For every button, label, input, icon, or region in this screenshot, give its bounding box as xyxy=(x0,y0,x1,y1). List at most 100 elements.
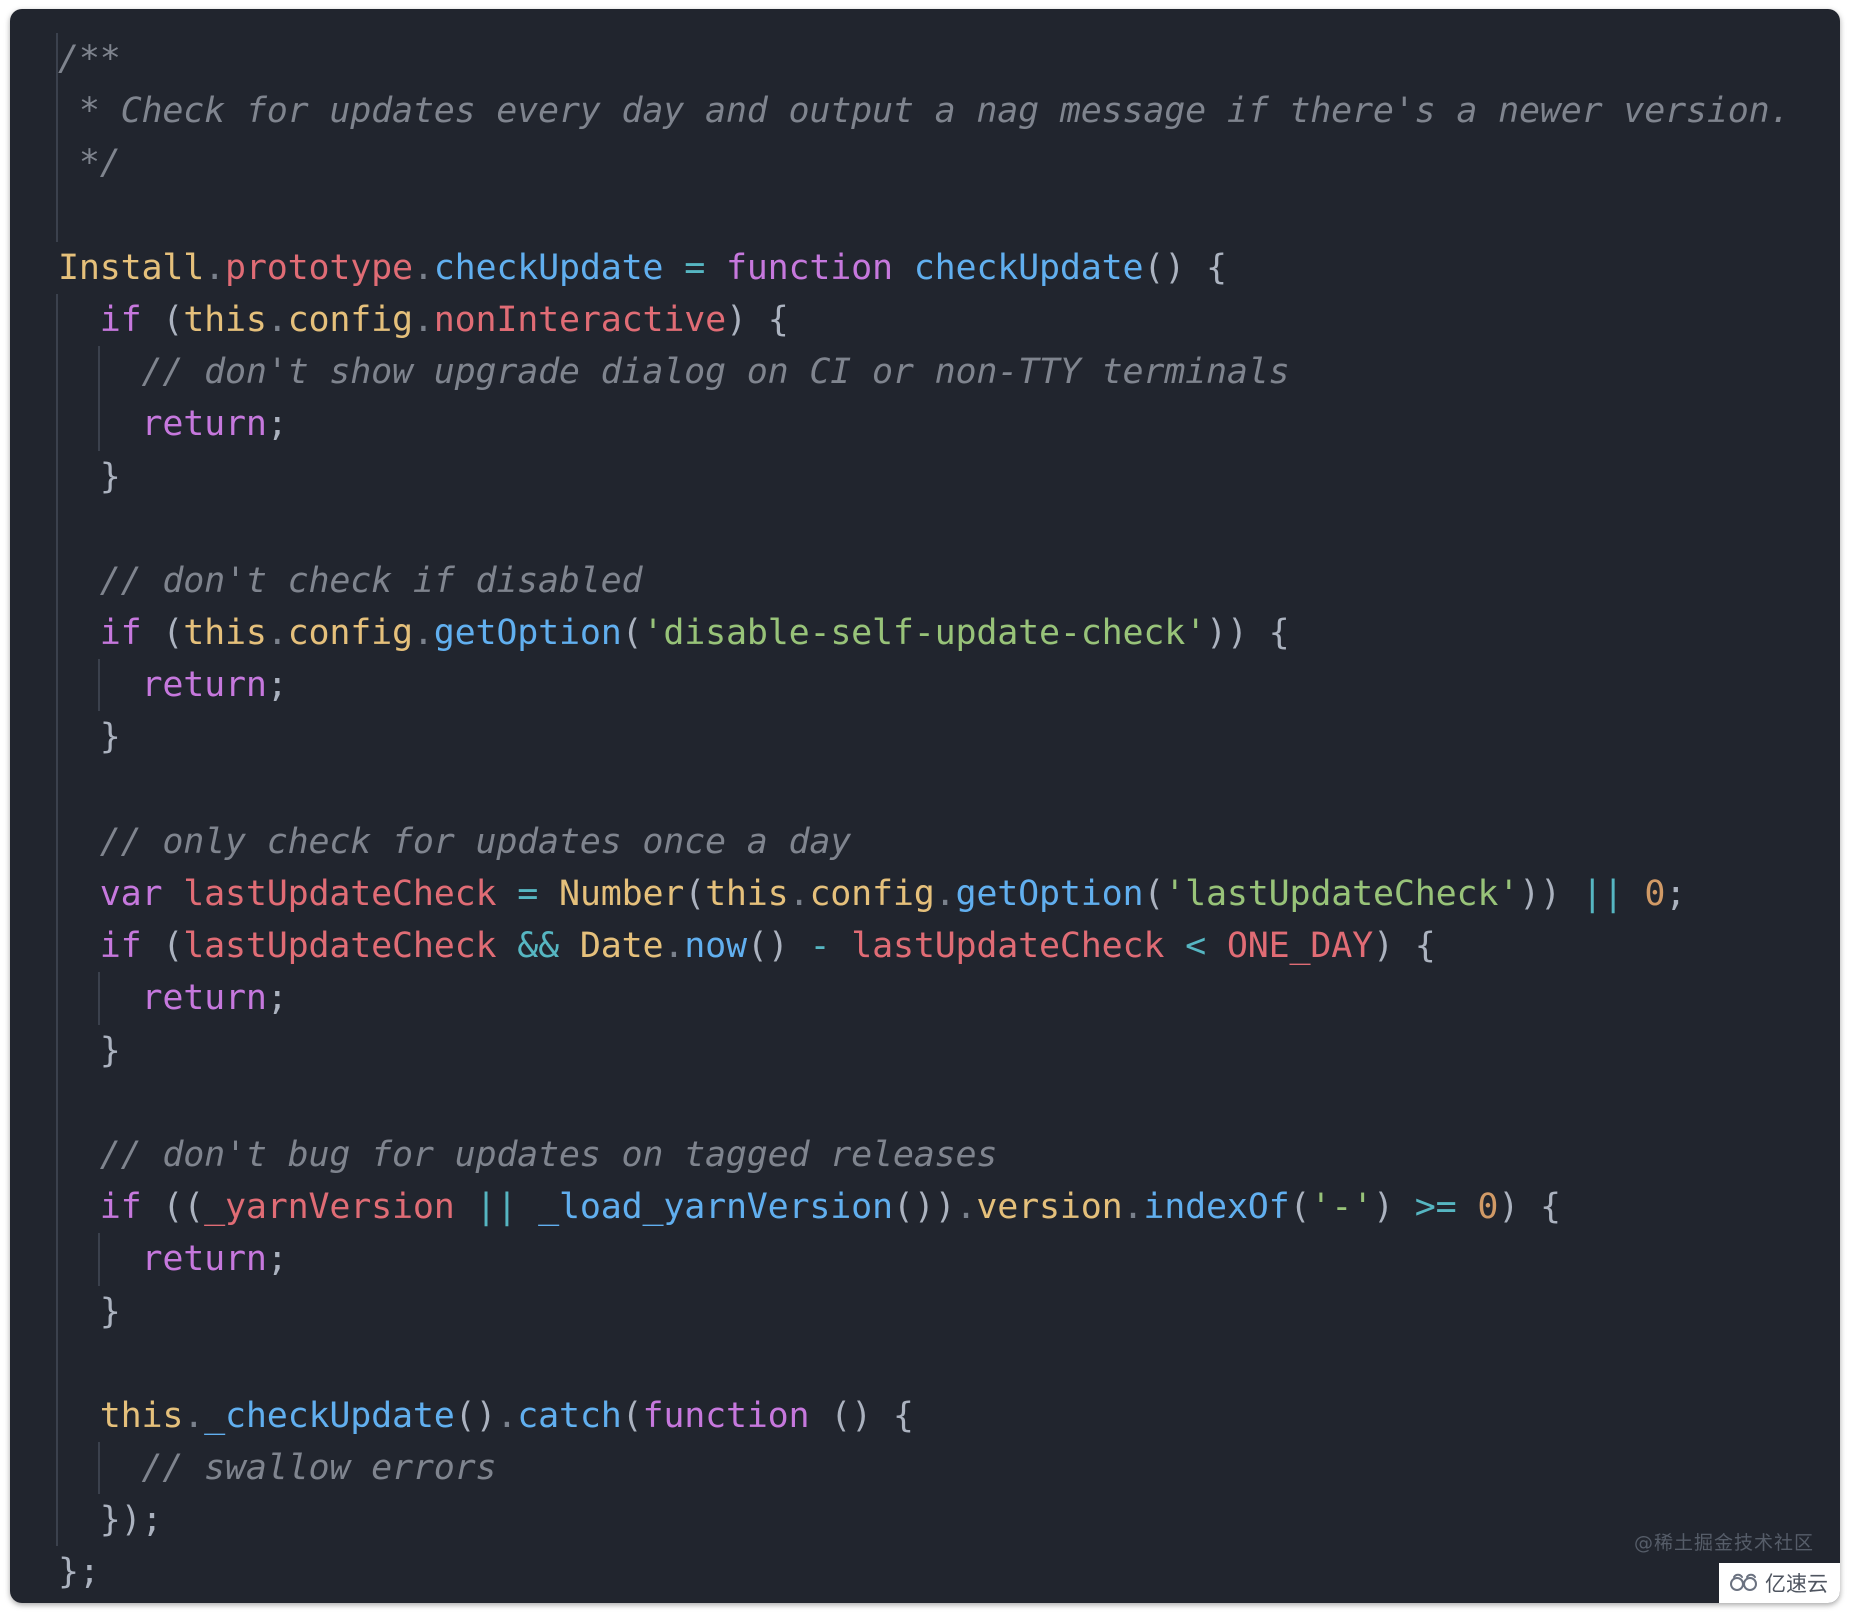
token-function: catch xyxy=(517,1395,622,1436)
code-line[interactable]: this._checkUpdate().catch(function () { xyxy=(10,1389,1840,1443)
code-line[interactable]: if (this.config.getOption('disable-self-… xyxy=(10,607,1840,660)
token-punct: ; xyxy=(266,404,288,445)
code-line[interactable]: if (this.config.nonInteractive) { xyxy=(10,293,1840,347)
indent-guide xyxy=(56,1024,58,1077)
token-punct: )) xyxy=(1519,874,1582,914)
indent-guide xyxy=(56,920,58,973)
indent-guide xyxy=(56,763,58,816)
token-keyword: return xyxy=(141,1239,267,1280)
indent-guide xyxy=(98,1233,100,1286)
token-number: 0 xyxy=(1644,874,1666,914)
code-line-blank[interactable] xyxy=(10,189,1840,242)
token-punct: ( xyxy=(141,926,184,967)
token-punct: . xyxy=(412,247,434,288)
token-punct: () xyxy=(746,926,810,967)
token-string: 'lastUpdateCheck' xyxy=(1164,874,1520,914)
token-punct: . xyxy=(204,247,225,288)
token-operator: - xyxy=(809,926,831,967)
indent-guide xyxy=(56,711,58,764)
token-class: config xyxy=(809,874,935,914)
token-punct: ( xyxy=(141,613,184,654)
token-punct: . xyxy=(496,1395,518,1436)
token-class: Install xyxy=(58,247,205,288)
code-line[interactable]: */ xyxy=(10,137,1840,190)
code-line[interactable]: return; xyxy=(10,1233,1840,1286)
indent-guide xyxy=(98,659,100,712)
code-line[interactable]: /** xyxy=(10,33,1840,86)
code-line-blank[interactable] xyxy=(10,763,1840,816)
code-line[interactable]: }; xyxy=(10,1546,1840,1598)
code-line[interactable]: // swallow errors xyxy=(10,1442,1840,1495)
token-keyword: return xyxy=(141,404,267,445)
code-line[interactable]: * Check for updates every day and output… xyxy=(10,85,1840,138)
indent-guide xyxy=(56,868,58,921)
code-line[interactable]: if (lastUpdateCheck && Date.now() - last… xyxy=(10,920,1840,973)
token-punct: ( xyxy=(1143,874,1165,914)
token-comment: */ xyxy=(58,143,121,184)
code-line-blank[interactable] xyxy=(10,1076,1840,1129)
token-operator: || xyxy=(475,1187,518,1228)
token-keyword: function xyxy=(642,1395,810,1436)
indent-guide xyxy=(56,502,58,555)
token-function: checkUpdate xyxy=(913,247,1144,288)
code-line[interactable]: } xyxy=(10,1285,1840,1338)
token-comment: /** xyxy=(58,39,121,79)
token-property: nonInteractive xyxy=(433,299,726,340)
token-operator: < xyxy=(1185,926,1207,967)
token-punct: }; xyxy=(58,1552,100,1593)
token-operator: || xyxy=(1581,874,1624,914)
code-line[interactable]: return; xyxy=(10,972,1840,1025)
token-property: _yarnVersion xyxy=(204,1187,455,1228)
token-punct: . xyxy=(934,874,956,914)
code-line[interactable]: if ((_yarnVersion || _load_yarnVersion()… xyxy=(10,1181,1840,1234)
code-content[interactable]: /** * Check for updates every day and ou… xyxy=(10,9,1840,1603)
token-comment: // only check for updates once a day xyxy=(99,821,852,862)
code-line-blank[interactable] xyxy=(10,502,1840,555)
code-line[interactable]: // don't bug for updates on tagged relea… xyxy=(10,1128,1840,1182)
indent-guide xyxy=(56,1389,58,1443)
token-punct: . xyxy=(183,1395,205,1436)
token-property: lastUpdateCheck xyxy=(183,926,497,967)
token-punct: }); xyxy=(99,1500,163,1541)
code-line[interactable]: } xyxy=(10,450,1840,503)
token-class: version xyxy=(976,1187,1123,1228)
token-function: _checkUpdate xyxy=(204,1395,455,1436)
code-line[interactable]: return; xyxy=(10,398,1840,451)
provider-watermark-badge: 亿速云 xyxy=(1719,1563,1840,1603)
code-line[interactable]: // only check for updates once a day xyxy=(10,815,1840,868)
code-line[interactable]: // don't show upgrade dialog on CI or no… xyxy=(10,346,1840,399)
code-line[interactable]: } xyxy=(10,1024,1840,1077)
code-line-blank[interactable] xyxy=(10,1337,1840,1390)
indent-guide xyxy=(56,346,58,399)
token-comment: // swallow errors xyxy=(141,1448,497,1489)
code-line[interactable]: } xyxy=(10,711,1840,764)
token-property: lastUpdateCheck xyxy=(183,874,497,914)
token-property: ONE_DAY xyxy=(1226,926,1374,967)
token-keyword: if xyxy=(99,299,142,340)
token-keyword: if xyxy=(99,613,142,654)
token-punct: ( xyxy=(684,874,706,914)
code-line[interactable]: var lastUpdateCheck = Number(this.config… xyxy=(10,868,1840,921)
code-line[interactable]: }); xyxy=(10,1494,1840,1547)
code-line[interactable]: return; xyxy=(10,659,1840,712)
code-line[interactable]: // don't check if disabled xyxy=(10,554,1840,608)
token-punct: ; xyxy=(266,665,288,706)
code-line[interactable]: Install.prototype.checkUpdate = function… xyxy=(10,242,1840,294)
